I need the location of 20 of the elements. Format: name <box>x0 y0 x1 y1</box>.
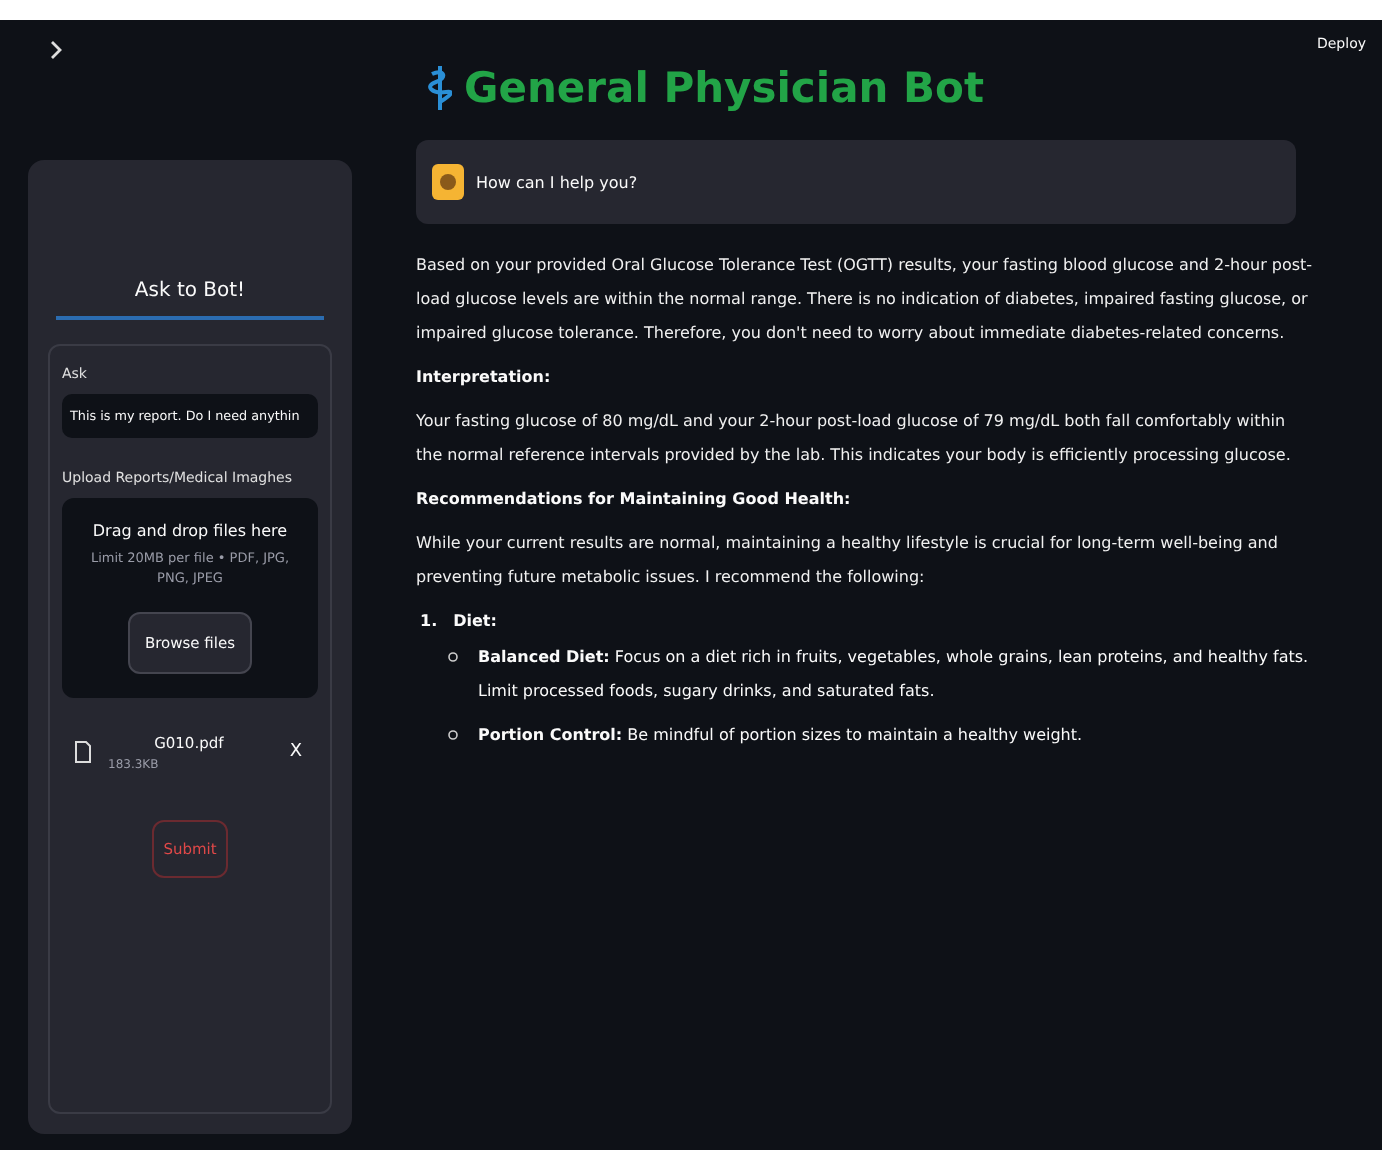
chat-text: How can I help you? <box>476 173 638 191</box>
section-heading: Interpretation: <box>416 368 553 386</box>
bullet-icon <box>448 730 458 740</box>
response-paragraph: Based on your provided Oral Glucose Tolerance Test (OGTT) results, your fasting blood glucose and 2-hour post-load glucose levels are within the normal range. There is no indication of diabetes, impaired fasting glucose, or impaired glucose tolerance. Therefore, you don't need to worry about immediate diabetes-related concerns. <box>416 254 1315 346</box>
remove-button[interactable]: X <box>285 738 306 766</box>
section-heading: Recommendations for Maintaining Good Health: <box>416 490 853 508</box>
page-title: General Physician Bot <box>464 64 984 112</box>
bullet-text: Portion Control: Be mindful of portion sizes to maintain a healthy weight. <box>478 724 1083 748</box>
dropzone-title: Drag and drop files here <box>92 522 288 540</box>
bullet-icon <box>448 652 458 662</box>
file-icon <box>74 740 92 764</box>
bot-avatar-icon <box>432 164 464 200</box>
chevron-icon[interactable] <box>48 40 64 60</box>
staff-icon <box>428 64 452 112</box>
list-number: 1. <box>420 612 438 630</box>
response-paragraph: Your fasting glucose of 80 mg/dL and your 2-hour post-load glucose of 79 mg/dL both fall comfortably within the normal reference intervals provided by the lab. This indicates your body is efficiently processing glucose. <box>416 410 1293 468</box>
list-heading: Diet: <box>453 612 497 630</box>
form-title: Ask to Bot! <box>56 280 324 320</box>
bullet-text: Balanced Diet: Focus on a diet rich in fruits, vegetables, whole grains, lean proteins, and healthy fats. Limit processed foods, sugary drinks, and saturated fats. <box>478 646 1311 704</box>
response-paragraph: While your current results are normal, maintaining a healthy lifestyle is crucial for long-term well-being and preventing future metabolic issues. I recommend the following: <box>416 532 1280 590</box>
